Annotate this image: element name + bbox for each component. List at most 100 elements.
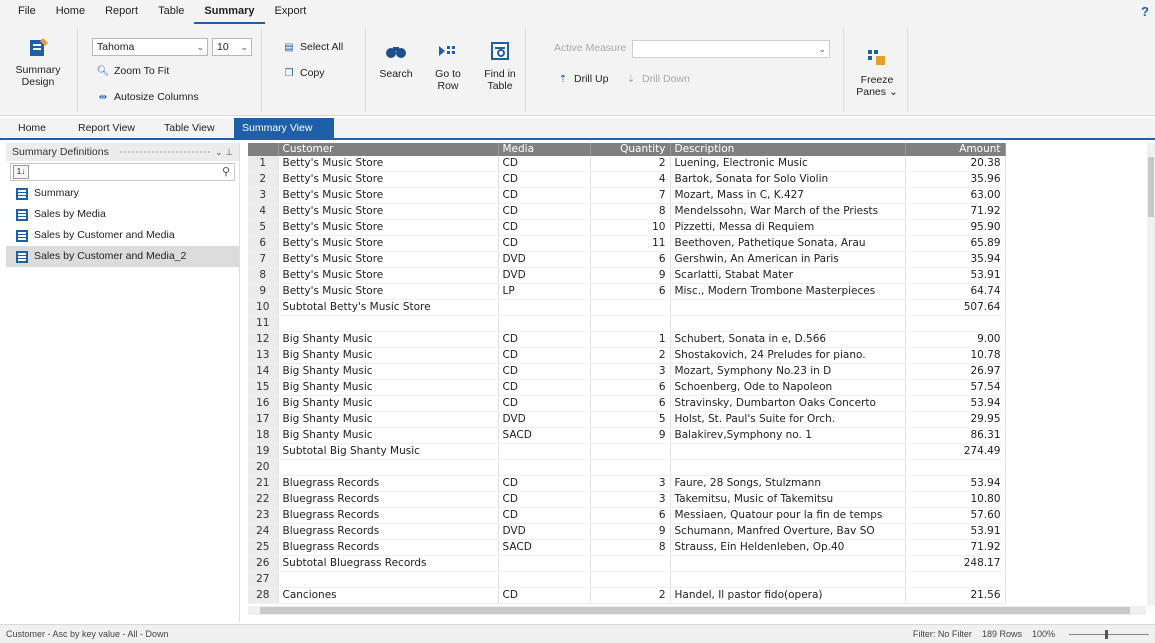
cell-customer[interactable]: Subtotal Betty's Music Store <box>278 299 499 317</box>
table-row[interactable]: 18 Big Shanty Music SACD 9 Balakirev,Symphon… <box>248 427 1006 445</box>
tab-summary-view[interactable]: Summary View ✕ <box>234 118 334 154</box>
cell-media[interactable]: CD <box>498 587 591 605</box>
autosize-columns-button[interactable]: ⇹ Autosize Columns <box>96 90 199 104</box>
cell-quantity[interactable]: 6 <box>590 283 671 301</box>
cell-quantity[interactable]: 11 <box>590 235 671 253</box>
column-header-customer[interactable]: Customer <box>278 143 499 156</box>
cell-media[interactable]: CD <box>498 507 591 525</box>
freeze-panes-button[interactable]: Freeze Panes ⌄ <box>856 44 898 98</box>
cell-media[interactable]: DVD <box>498 267 591 285</box>
cell-media[interactable]: DVD <box>498 411 591 429</box>
cell-amount[interactable]: 21.56 <box>905 587 1006 605</box>
table-row[interactable]: 16 Big Shanty Music CD 6 Stravinsky, Dumbart… <box>248 395 1006 413</box>
menu-home[interactable]: Home <box>46 0 95 24</box>
cell-description[interactable]: Mendelssohn, War March of the Priests <box>670 203 906 221</box>
search-button[interactable]: Search <box>376 38 416 80</box>
pin-icon[interactable]: ⌄ ⊥ <box>215 143 233 161</box>
cell-amount[interactable]: 10.78 <box>905 347 1006 365</box>
cell-amount[interactable] <box>905 459 1006 477</box>
table-row[interactable]: 23 Bluegrass Records CD 6 Messiaen, Quatour … <box>248 507 1006 525</box>
menu-report[interactable]: Report <box>95 0 148 24</box>
row-number[interactable]: 5 <box>248 219 279 237</box>
cell-quantity[interactable]: 9 <box>590 267 671 285</box>
cell-description[interactable]: Faure, 28 Songs, Stulzmann <box>670 475 906 493</box>
table-row[interactable]: 8 Betty's Music Store DVD 9 Scarlatti, Staba… <box>248 267 1006 285</box>
cell-media[interactable]: LP <box>498 283 591 301</box>
column-header-amount[interactable]: Amount <box>905 143 1006 156</box>
cell-quantity[interactable]: 10 <box>590 219 671 237</box>
row-number[interactable]: 4 <box>248 203 279 221</box>
cell-quantity[interactable] <box>590 571 671 589</box>
help-icon[interactable]: ? <box>1141 4 1149 19</box>
cell-customer[interactable]: Bluegrass Records <box>278 539 499 557</box>
table-row[interactable]: 25 Bluegrass Records SACD 8 Strauss, Ein Hel… <box>248 539 1006 557</box>
cell-amount[interactable]: 35.96 <box>905 171 1006 189</box>
table-row[interactable]: 1 Betty's Music Store CD 2 Luening, Electron… <box>248 156 1006 173</box>
cell-media[interactable]: CD <box>498 475 591 493</box>
cell-quantity[interactable]: 4 <box>590 171 671 189</box>
table-row[interactable]: 5 Betty's Music Store CD 10 Pizzetti, Messa … <box>248 219 1006 237</box>
cell-media[interactable]: CD <box>498 235 591 253</box>
scroll-thumb[interactable] <box>1148 157 1154 217</box>
subtotal-row[interactable]: 19 Subtotal Big Shanty Music 274.49 <box>248 443 1006 461</box>
cell-customer[interactable]: Big Shanty Music <box>278 347 499 365</box>
cell-customer[interactable]: Big Shanty Music <box>278 395 499 413</box>
row-number[interactable]: 26 <box>248 555 279 573</box>
row-number[interactable]: 25 <box>248 539 279 557</box>
cell-amount[interactable]: 248.17 <box>905 555 1006 573</box>
row-number[interactable]: 24 <box>248 523 279 541</box>
cell-description[interactable]: Schoenberg, Ode to Napoleon <box>670 379 906 397</box>
cell-media[interactable]: CD <box>498 363 591 381</box>
definition-item[interactable]: Sales by Customer and Media_2 <box>6 246 239 267</box>
cell-amount[interactable]: 29.95 <box>905 411 1006 429</box>
tab-report-view[interactable]: Report View <box>70 118 143 138</box>
cell-amount[interactable] <box>905 571 1006 589</box>
table-row[interactable]: 27 <box>248 571 1006 589</box>
table-row[interactable]: 28 Canciones CD 2 Handel, Il pastor fido(ope… <box>248 587 1006 605</box>
cell-description[interactable]: Luening, Electronic Music <box>670 156 906 173</box>
row-number[interactable]: 11 <box>248 315 279 333</box>
sort-toggle-button[interactable]: 1↓ <box>13 165 29 179</box>
tab-home[interactable]: Home <box>10 118 54 138</box>
cell-amount[interactable]: 95.90 <box>905 219 1006 237</box>
cell-media[interactable]: CD <box>498 171 591 189</box>
cell-amount[interactable]: 53.94 <box>905 475 1006 493</box>
subtotal-row[interactable]: 10 Subtotal Betty's Music Store 507.64 <box>248 299 1006 317</box>
cell-amount[interactable]: 65.89 <box>905 235 1006 253</box>
cell-customer[interactable]: Big Shanty Music <box>278 379 499 397</box>
cell-media[interactable] <box>498 459 591 477</box>
cell-amount[interactable]: 71.92 <box>905 539 1006 557</box>
cell-media[interactable] <box>498 299 591 317</box>
cell-customer[interactable]: Canciones <box>278 587 499 605</box>
cell-quantity[interactable]: 8 <box>590 539 671 557</box>
cell-amount[interactable]: 507.64 <box>905 299 1006 317</box>
row-number[interactable]: 10 <box>248 299 279 317</box>
cell-description[interactable] <box>670 315 906 333</box>
row-number[interactable]: 8 <box>248 267 279 285</box>
cell-media[interactable] <box>498 315 591 333</box>
cell-quantity[interactable]: 6 <box>590 379 671 397</box>
cell-quantity[interactable]: 6 <box>590 395 671 413</box>
cell-customer[interactable] <box>278 571 499 589</box>
cell-quantity[interactable]: 6 <box>590 251 671 269</box>
menu-export[interactable]: Export <box>265 0 317 24</box>
zoom-slider-knob[interactable] <box>1105 629 1108 639</box>
cell-description[interactable]: Balakirev,Symphony no. 1 <box>670 427 906 445</box>
cell-media[interactable]: SACD <box>498 427 591 445</box>
drill-down-button[interactable]: ⇣ Drill Down <box>624 72 690 86</box>
cell-customer[interactable]: Betty's Music Store <box>278 171 499 189</box>
cell-media[interactable] <box>498 443 591 461</box>
cell-media[interactable]: CD <box>498 331 591 349</box>
column-header-quantity[interactable]: Quantity <box>590 143 671 156</box>
cell-quantity[interactable]: 9 <box>590 427 671 445</box>
cell-media[interactable]: CD <box>498 219 591 237</box>
cell-quantity[interactable]: 3 <box>590 491 671 509</box>
table-row[interactable]: 13 Big Shanty Music CD 2 Shostakovich, 24 Pr… <box>248 347 1006 365</box>
table-row[interactable]: 7 Betty's Music Store DVD 6 Gershwin, An Ame… <box>248 251 1006 269</box>
cell-customer[interactable]: Betty's Music Store <box>278 219 499 237</box>
row-number[interactable]: 13 <box>248 347 279 365</box>
row-number[interactable]: 3 <box>248 187 279 205</box>
cell-description[interactable]: Stravinsky, Dumbarton Oaks Concerto <box>670 395 906 413</box>
find-in-table-button[interactable]: Find in Table <box>478 38 522 92</box>
cell-quantity[interactable]: 5 <box>590 411 671 429</box>
